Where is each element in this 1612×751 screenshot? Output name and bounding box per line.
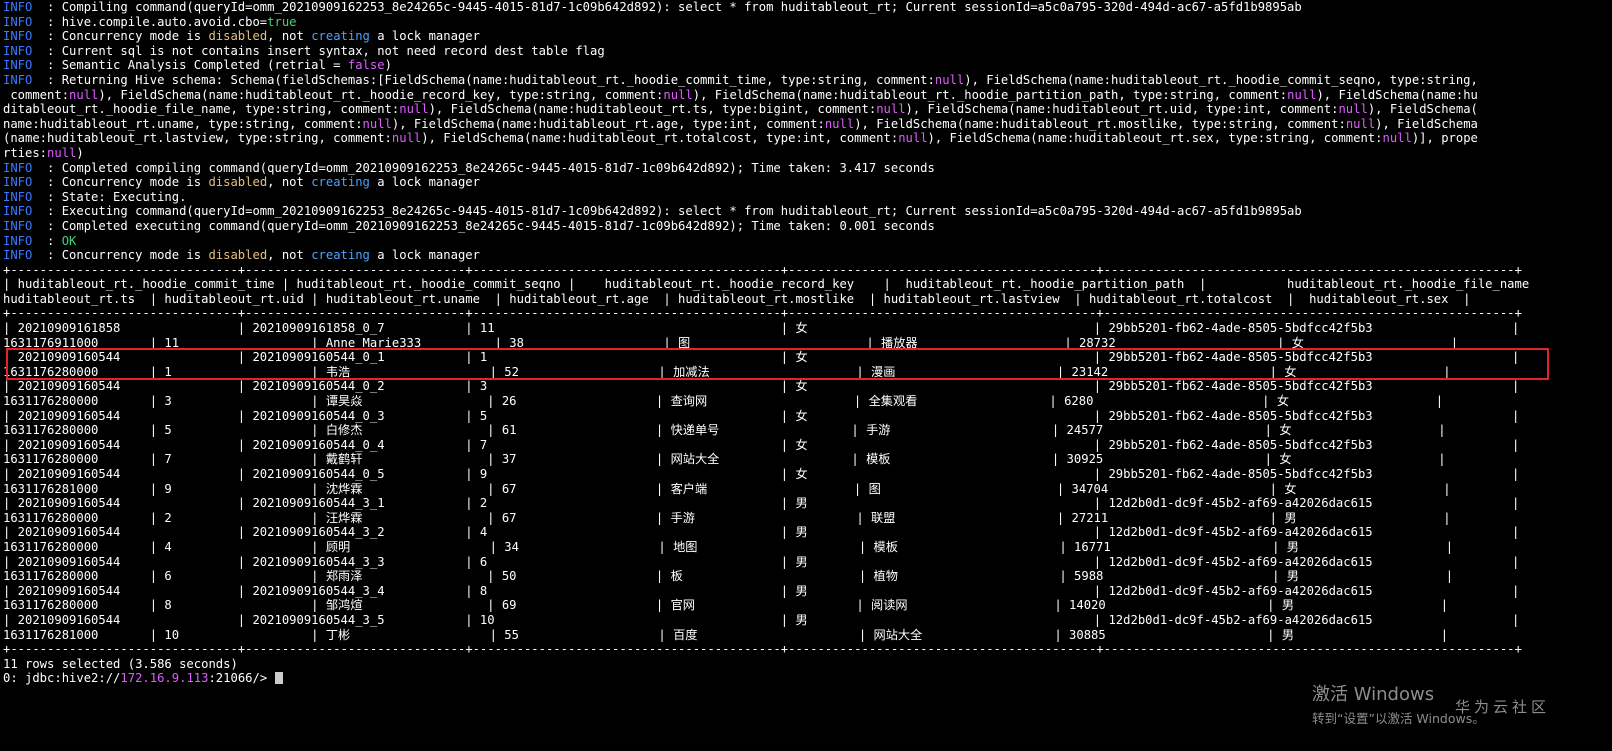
log-line: INFO : Compiling command(queryId=omm_202… <box>3 0 1302 14</box>
log-level: INFO <box>3 58 40 73</box>
table-row: | 20210909160544 | 20210909160544_0_5 | … <box>3 467 1520 481</box>
log-line: INFO : Current sql is not contains inser… <box>3 43 605 58</box>
table-row-cont: 1631176280000 | 5 | 白修杰 | 61 | 快递单号 | 手游… <box>3 423 1446 438</box>
log-line-continuation: (name:huditableout_rt.lastview, type:str… <box>3 131 1478 146</box>
log-line: INFO : OK <box>3 233 77 248</box>
table-row-cont: 1631176280000 | 3 | 谭昊焱 | 26 | 查询网 | 全集观… <box>3 394 1444 409</box>
log-level: INFO <box>3 233 40 248</box>
table-row-cont: 1631176281000 | 9 | 沈烨霖 | 67 | 客户端 | 图 |… <box>3 481 1451 496</box>
log-line: INFO : Semantic Analysis Completed (retr… <box>3 58 392 73</box>
log-line: INFO : Executing command(queryId=omm_202… <box>3 204 1302 219</box>
table-row-cont: 1631176280000 | 4 | 顾明 | 34 | 地图 | 模板 | … <box>3 539 1454 554</box>
rows-selected-status: 11 rows selected (3.586 seconds) <box>3 656 238 671</box>
log-level: INFO <box>3 29 40 44</box>
log-line: INFO : Concurrency mode is disabled, not… <box>3 248 480 263</box>
table-row-cont: 1631176280000 | 7 | 戴鹤轩 | 37 | 网站大全 | 模板… <box>3 452 1446 467</box>
prompt-suffix: :21066/> <box>208 671 275 686</box>
log-line: INFO : Returning Hive schema: Schema(fie… <box>3 72 1478 87</box>
log-level: INFO <box>3 72 40 87</box>
log-line-continuation: comment:null), FieldSchema(name:huditabl… <box>3 87 1478 102</box>
table-header-cont: huditableout_rt.ts | huditableout_rt.uid… <box>3 291 1471 306</box>
table-row-cont: 1631176280000 | 8 | 邹鸿煊 | 69 | 官网 | 阅读网 … <box>3 598 1449 613</box>
table-border: +-------------------------------+-------… <box>3 306 1522 321</box>
table-border: +-------------------------------+-------… <box>3 262 1522 277</box>
table-row-cont: 1631176281000 | 10 | 丁彬 | 55 | 百度 | 网站大全… <box>3 627 1449 642</box>
cursor <box>274 672 283 685</box>
table-row: | 20210909160544 | 20210909160544_0_3 | … <box>3 408 1520 423</box>
log-line: INFO : State: Executing. <box>3 189 187 204</box>
table-header: | huditableout_rt._hoodie_commit_time | … <box>3 277 1609 292</box>
log-line: INFO : Completed compiling command(query… <box>3 160 935 175</box>
log-line: INFO : Concurrency mode is disabled, not… <box>3 29 480 44</box>
log-level: INFO <box>3 218 40 233</box>
table-row-cont: 1631176280000 | 1 | 韦浩 | 52 | 加减法 | 漫画 |… <box>3 364 1451 379</box>
log-line: INFO : hive.compile.auto.avoid.cbo=true <box>3 14 297 29</box>
log-line-continuation: rties:null) <box>3 145 84 160</box>
prompt-ip: 172.16.9.113 <box>120 671 209 686</box>
log-level: INFO <box>3 248 40 263</box>
log-line: INFO : Concurrency mode is disabled, not… <box>3 175 480 190</box>
table-row: | 20210909160544 | 20210909160544_0_2 | … <box>3 379 1520 394</box>
log-level: INFO <box>3 160 40 175</box>
table-row: | 20210909161858 | 20210909161858_0_7 | … <box>3 321 1520 336</box>
log-line-continuation: ditableout_rt._hoodie_file_name, type:st… <box>3 102 1478 117</box>
table-row: | 20210909160544 | 20210909160544_3_4 | … <box>3 583 1520 598</box>
prompt-prefix: 0: jdbc:hive2:// <box>3 671 121 686</box>
log-level: INFO <box>3 204 40 219</box>
brand-watermark: 华为云社区 <box>1455 698 1551 716</box>
log-level: INFO <box>3 14 40 29</box>
log-level: INFO <box>3 175 40 190</box>
table-row: | 20210909160544 | 20210909160544_3_2 | … <box>3 525 1520 540</box>
log-level: INFO <box>3 0 40 14</box>
table-row: | 20210909160544 | 20210909160544_3_1 | … <box>3 496 1520 511</box>
table-row-cont: 1631176280000 | 2 | 汪烨霖 | 67 | 手游 | 联盟 |… <box>3 510 1451 525</box>
log-line-continuation: name:huditableout_rt.uname, type:string,… <box>3 116 1478 131</box>
table-row: | 20210909160544 | 20210909160544_3_5 | … <box>3 612 1520 627</box>
terminal-output[interactable]: INFO : Compiling command(queryId=omm_202… <box>3 0 1609 686</box>
table-row: | 20210909160544 | 20210909160544_0_4 | … <box>3 437 1520 452</box>
log-level: INFO <box>3 189 40 204</box>
table-row: | 20210909160544 | 20210909160544_0_1 | … <box>3 350 1520 365</box>
table-row-cont: 1631176911000 | 11 | Anne Marie333 | 38 … <box>3 335 1459 350</box>
log-level: INFO <box>3 43 40 58</box>
table-border: +-------------------------------+-------… <box>3 642 1522 657</box>
log-line: INFO : Completed executing command(query… <box>3 218 935 233</box>
table-row: | 20210909160544 | 20210909160544_3_3 | … <box>3 554 1520 569</box>
table-row-cont: 1631176280000 | 6 | 郑雨泽 | 50 | 板 | 植物 | … <box>3 569 1454 584</box>
